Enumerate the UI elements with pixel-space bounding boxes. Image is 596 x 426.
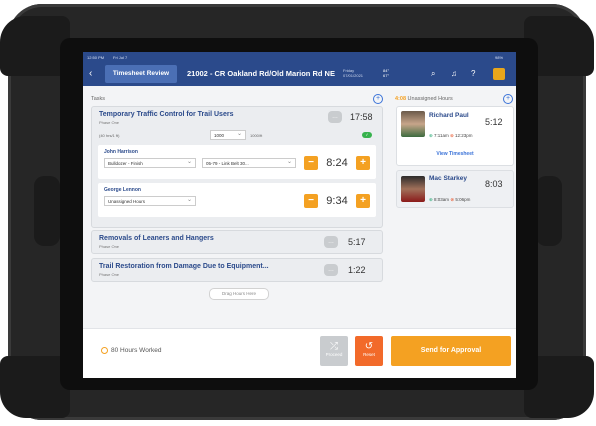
worker-photo: [401, 111, 425, 137]
view-timesheet-link[interactable]: View Timesheet: [397, 151, 513, 157]
task-time: 5:17: [348, 237, 366, 247]
bell-icon[interactable]: ♫: [451, 69, 457, 78]
clock-in-icon: ⊕: [429, 133, 433, 138]
task-card[interactable]: Temporary Traffic Control for Trail User…: [91, 106, 383, 228]
increment-button[interactable]: +: [356, 194, 370, 208]
tab-timesheet-review[interactable]: Timesheet Review: [105, 65, 177, 83]
job-title: 21002 - CR Oakland Rd/Old Marion Rd NE: [187, 69, 335, 78]
worker-name: Richard Paul: [429, 112, 469, 119]
assignment-row: George Lennon Unassigned Hours − 9:34 +: [98, 183, 376, 217]
clock-in-icon: ⊕: [429, 197, 433, 202]
worker-times: ⊕ 7:11am ⊗ 12:23pm: [429, 133, 473, 139]
increment-button[interactable]: +: [356, 156, 370, 170]
unassigned-label: Unassigned Hours: [407, 96, 453, 102]
decrement-button[interactable]: −: [304, 194, 318, 208]
tablet-screen: 12:50 PM Fri Jul 7 98% ‹ Timesheet Revie…: [83, 52, 516, 378]
equipment-select[interactable]: Unassigned Hours: [104, 196, 196, 206]
task-phase: Phase One: [99, 120, 120, 125]
worker-total: 5:12: [485, 117, 503, 127]
clock-out-time: 12:23pm: [455, 133, 473, 138]
clock-icon: [101, 347, 108, 354]
assignment-row: John Harrison Bulldozer - Finish 05-79 -…: [98, 145, 376, 179]
add-worker-icon[interactable]: +: [503, 94, 513, 104]
case-side-grip-left: [34, 176, 60, 246]
weather-widget: 84° 67°: [383, 68, 389, 78]
worker-name: George Lennon: [104, 187, 141, 193]
quantity-label: (40 hrs/1 ft): [99, 133, 120, 138]
quantity-unit: 1000/ft: [250, 133, 263, 138]
task-title: Trail Restoration from Damage Due to Equ…: [99, 263, 269, 270]
hours-worked: 80 Hours Worked: [101, 347, 161, 354]
complete-badge: ✓: [362, 132, 372, 138]
hours-value: 8:24: [326, 157, 348, 169]
task-phase: Phase One: [99, 272, 120, 277]
task-card[interactable]: Removals of Leaners and Hangers Phase On…: [91, 230, 383, 254]
tasks-label: Tasks: [91, 96, 106, 102]
clock-out-icon: ⊗: [450, 133, 454, 138]
proceed-button[interactable]: ⤮ Proceed: [320, 336, 348, 366]
user-avatar[interactable]: [493, 68, 505, 80]
help-icon[interactable]: ?: [471, 69, 475, 78]
clock-out-time: 5:06pm: [455, 197, 471, 202]
app-header: ‹ Timesheet Review 21002 - CR Oakland Rd…: [83, 62, 516, 86]
ios-status-bar: 12:50 PM Fri Jul 7 98%: [83, 52, 516, 62]
cost-code-select[interactable]: 05-79 - Link Belt 30...: [202, 158, 296, 168]
header-date: Friday 07/01/2021: [343, 68, 363, 78]
task-phase: Phase One: [99, 244, 120, 249]
worker-name: Mac Starkey: [429, 175, 467, 182]
back-chevron-icon[interactable]: ‹: [89, 68, 92, 79]
add-task-icon[interactable]: +: [373, 94, 383, 104]
search-icon[interactable]: ⌕: [431, 69, 435, 79]
task-time: 1:22: [348, 265, 366, 275]
footer-bar: 80 Hours Worked ⤮ Proceed ↺ Reset Send f…: [83, 328, 516, 378]
reset-icon: ↺: [364, 341, 374, 352]
clock-out-icon: ⊗: [450, 197, 455, 202]
hours-worked-label: 80 Hours Worked: [111, 347, 162, 354]
comment-icon[interactable]: …: [324, 236, 338, 248]
drag-hours-target[interactable]: Drag Hours Here: [209, 288, 269, 300]
weather-low: 67°: [383, 73, 390, 78]
header-date-value: 07/01/2021: [343, 73, 364, 78]
decrement-button[interactable]: −: [304, 156, 318, 170]
proceed-icon: ⤮: [330, 341, 338, 352]
reset-button[interactable]: ↺ Reset: [355, 336, 383, 366]
status-date: Fri Jul 7: [113, 55, 128, 60]
clock-in-time: 7:11am: [434, 133, 449, 138]
clock-in-time: 8:03am: [434, 197, 450, 202]
equipment-select[interactable]: Bulldozer - Finish: [104, 158, 196, 168]
task-time: 17:58: [350, 112, 373, 122]
comment-icon[interactable]: …: [328, 111, 342, 123]
unassigned-count: 4:08: [395, 96, 407, 102]
task-title: Removals of Leaners and Hangers: [99, 235, 214, 242]
worker-times: ⊕ 8:03am ⊗ 5:06pm: [429, 197, 470, 203]
quantity-input[interactable]: 1000: [210, 130, 246, 140]
unassigned-header: 4:08 Unassigned Hours: [395, 96, 453, 102]
worker-card[interactable]: Richard Paul 5:12 ⊕ 7:11am ⊗ 12:23pm Vie…: [396, 106, 514, 166]
comment-icon[interactable]: …: [324, 264, 338, 276]
worker-card[interactable]: Mac Starkey 8:03 ⊕ 8:03am ⊗ 5:06pm: [396, 170, 514, 208]
reset-label: Reset: [363, 352, 375, 357]
case-side-grip-right: [536, 176, 562, 246]
worker-total: 8:03: [485, 179, 503, 189]
send-for-approval-button[interactable]: Send for Approval: [391, 336, 511, 366]
status-battery: 98%: [495, 55, 504, 60]
proceed-label: Proceed: [325, 352, 343, 357]
task-title: Temporary Traffic Control for Trail User…: [99, 111, 234, 118]
worker-photo: [401, 176, 425, 202]
worker-name: John Harrison: [104, 149, 138, 155]
status-time: 12:50 PM: [87, 55, 105, 60]
task-card[interactable]: Trail Restoration from Damage Due to Equ…: [91, 258, 383, 282]
hours-value: 9:34: [326, 195, 348, 207]
